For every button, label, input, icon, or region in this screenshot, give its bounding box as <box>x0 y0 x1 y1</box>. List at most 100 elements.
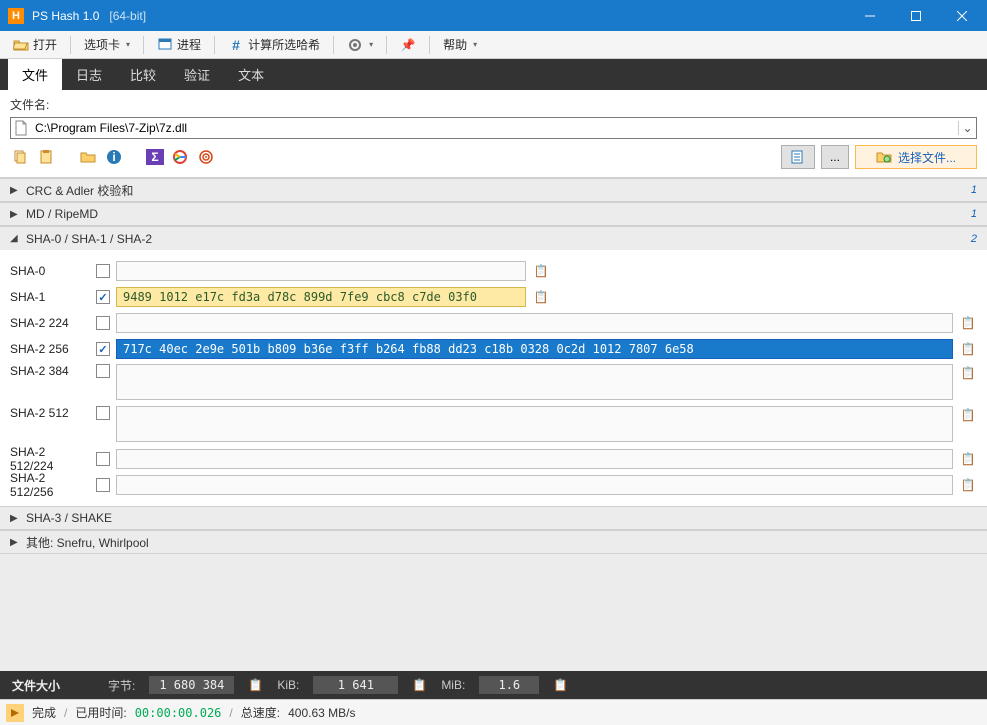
file-label: 文件名: <box>10 96 977 113</box>
hash-value-sha2-256[interactable]: 717c 40ec 2e9e 501b b809 b36e f3ff b264 … <box>116 339 953 359</box>
hash-check-sha2-384[interactable] <box>96 364 110 378</box>
edit-list-button[interactable] <box>781 145 815 169</box>
tab-log[interactable]: 日志 <box>62 59 116 90</box>
hash-check-sha2-512-256[interactable] <box>96 478 110 492</box>
speed-value: 400.63 MB/s <box>288 706 355 720</box>
process-label: 进程 <box>177 36 201 53</box>
copy-mib-button[interactable]: 📋 <box>553 678 568 692</box>
hash-check-sha2-224[interactable] <box>96 316 110 330</box>
hash-value-sha1[interactable]: 9489 1012 e17c fd3a d78c 899d 7fe9 cbc8 … <box>116 287 526 307</box>
close-button[interactable] <box>939 0 985 31</box>
tab-verify[interactable]: 验证 <box>170 59 224 90</box>
hash-check-sha2-512[interactable] <box>96 406 110 420</box>
combo-dropdown-button[interactable]: ⌄ <box>958 121 976 135</box>
mib-label: MiB: <box>441 678 465 692</box>
section-md-count: 1 <box>971 208 977 220</box>
section-md-header[interactable]: ▶ MD / RipeMD 1 <box>0 202 987 226</box>
sigma-button[interactable]: Σ <box>146 149 164 165</box>
hash-check-sha0[interactable] <box>96 264 110 278</box>
hash-icon: # <box>228 37 244 53</box>
help-button[interactable]: 帮助▾ <box>436 33 484 56</box>
gear-icon <box>347 37 363 53</box>
copy-sha2-512-256-button[interactable]: 📋 <box>959 476 977 494</box>
hash-value-sha2-224[interactable] <box>116 313 953 333</box>
pin-icon: 📌 <box>400 37 416 53</box>
select-file-label: 选择文件... <box>898 149 956 166</box>
tabs-label: 选项卡 <box>84 36 120 53</box>
section-crc-header[interactable]: ▶ CRC & Adler 校验和 1 <box>0 178 987 202</box>
copy-sha2-256-button[interactable]: 📋 <box>959 340 977 358</box>
speed-label: 总速度: <box>241 704 280 721</box>
kib-value: 1 641 <box>313 676 398 694</box>
chevron-right-icon: ▶ <box>10 537 20 548</box>
file-path-combo[interactable]: ⌄ <box>10 117 977 139</box>
section-crc-title: CRC & Adler 校验和 <box>26 182 971 199</box>
copy-path-button[interactable] <box>10 147 30 167</box>
copy-sha2-224-button[interactable]: 📋 <box>959 314 977 332</box>
chevron-down-icon: ◢ <box>10 233 20 244</box>
file-section: 文件名: ⌄ i Σ ... 选择文件... <box>0 90 987 178</box>
tab-file[interactable]: 文件 <box>8 59 62 90</box>
section-other-header[interactable]: ▶ 其他: Snefru, Whirlpool <box>0 530 987 554</box>
copy-sha2-512-button[interactable]: 📋 <box>959 406 977 424</box>
compute-button[interactable]: # 计算所选哈希 <box>221 33 327 56</box>
copy-bytes-button[interactable]: 📋 <box>248 678 263 692</box>
target-button[interactable] <box>196 147 216 167</box>
copy-sha2-512-224-button[interactable]: 📋 <box>959 450 977 468</box>
chevron-down-icon: ▾ <box>473 40 477 49</box>
hash-label-sha0: SHA-0 <box>10 264 90 278</box>
tabs-button[interactable]: 选项卡▾ <box>77 33 137 56</box>
size-title: 文件大小 <box>12 677 60 694</box>
elapsed-label: 已用时间: <box>75 704 126 721</box>
process-button[interactable]: 进程 <box>150 33 208 56</box>
copy-kib-button[interactable]: 📋 <box>412 678 427 692</box>
hash-value-sha2-512[interactable] <box>116 406 953 442</box>
kib-label: KiB: <box>277 678 299 692</box>
more-button[interactable]: ... <box>821 145 849 169</box>
hash-check-sha2-256[interactable] <box>96 342 110 356</box>
hash-check-sha1[interactable] <box>96 290 110 304</box>
hash-label-sha2-512-256: SHA-2 512/256 <box>10 471 90 499</box>
hash-value-sha2-512-256[interactable] <box>116 475 953 495</box>
section-crc-count: 1 <box>971 184 977 196</box>
copy-sha1-button[interactable]: 📋 <box>532 288 550 306</box>
tabs-strip: 文件 日志 比较 验证 文本 <box>0 59 987 90</box>
copy-sha2-384-button[interactable]: 📋 <box>959 364 977 382</box>
section-sha3-header[interactable]: ▶ SHA-3 / SHAKE <box>0 506 987 530</box>
status-indicator-button[interactable] <box>6 704 24 722</box>
browse-folder-button[interactable] <box>78 147 98 167</box>
open-button[interactable]: 打开 <box>6 33 64 56</box>
settings-button[interactable]: ▾ <box>340 34 380 56</box>
hash-value-sha2-384[interactable] <box>116 364 953 400</box>
folder-search-icon <box>876 149 892 165</box>
hash-check-sha2-512-224[interactable] <box>96 452 110 466</box>
hash-label-sha2-256: SHA-2 256 <box>10 342 90 356</box>
copy-sha0-button[interactable]: 📋 <box>532 262 550 280</box>
maximize-button[interactable] <box>893 0 939 31</box>
section-sha-header[interactable]: ◢ SHA-0 / SHA-1 / SHA-2 2 <box>0 226 987 250</box>
pin-button[interactable]: 📌 <box>393 34 423 56</box>
section-other-title: 其他: Snefru, Whirlpool <box>26 534 977 551</box>
paste-path-button[interactable] <box>36 147 56 167</box>
tab-text[interactable]: 文本 <box>224 59 278 90</box>
hash-label-sha1: SHA-1 <box>10 290 90 304</box>
chevron-down-icon: ▾ <box>369 40 373 49</box>
hash-value-sha0[interactable] <box>116 261 526 281</box>
hash-label-sha2-224: SHA-2 224 <box>10 316 90 330</box>
hash-label-sha2-512-224: SHA-2 512/224 <box>10 445 90 473</box>
hash-label-sha2-384: SHA-2 384 <box>10 364 90 378</box>
elapsed-value: 00:00:00.026 <box>135 706 222 720</box>
google-button[interactable] <box>170 147 190 167</box>
mib-value: 1.6 <box>479 676 539 694</box>
tab-compare[interactable]: 比较 <box>116 59 170 90</box>
file-path-input[interactable] <box>31 121 958 135</box>
select-file-button[interactable]: 选择文件... <box>855 145 977 169</box>
status-done: 完成 <box>32 704 56 721</box>
info-button[interactable]: i <box>104 147 124 167</box>
hash-value-sha2-512-224[interactable] <box>116 449 953 469</box>
section-sha-title: SHA-0 / SHA-1 / SHA-2 <box>26 232 971 246</box>
status-bar: 完成 / 已用时间: 00:00:00.026 / 总速度: 400.63 MB… <box>0 699 987 725</box>
window-title-suffix: [64-bit] <box>109 9 146 23</box>
bytes-value: 1 680 384 <box>149 676 234 694</box>
minimize-button[interactable] <box>847 0 893 31</box>
